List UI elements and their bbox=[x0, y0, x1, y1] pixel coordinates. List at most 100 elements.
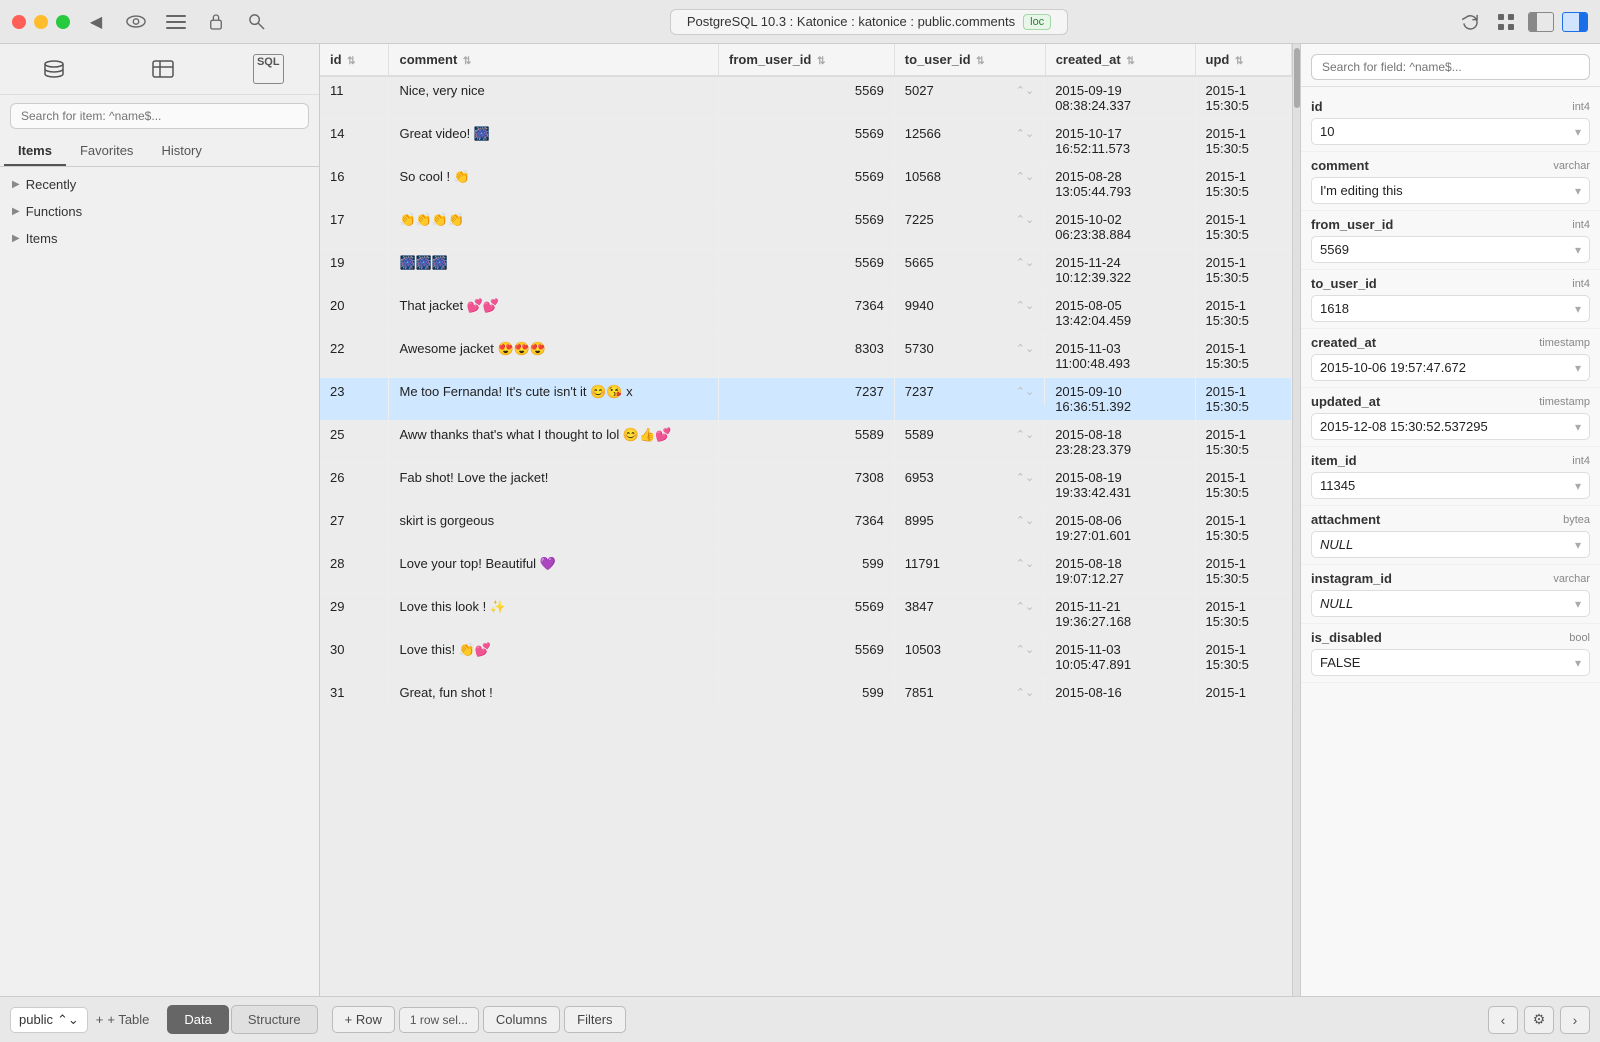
field-input-comment[interactable] bbox=[1320, 183, 1575, 198]
col-comment[interactable]: comment ⇅ bbox=[389, 44, 719, 76]
table-row[interactable]: 31 Great, fun shot ! 599 7851⌃⌄ 2015-08-… bbox=[320, 679, 1292, 707]
minimize-button[interactable] bbox=[34, 15, 48, 29]
back-icon[interactable]: ◀ bbox=[82, 8, 110, 36]
eye-icon[interactable] bbox=[122, 8, 150, 36]
right-panel-search-input[interactable] bbox=[1311, 54, 1590, 80]
field-value-wrap-comment[interactable]: ▾ bbox=[1311, 177, 1590, 204]
sql-icon[interactable]: SQL bbox=[253, 54, 284, 84]
cell-from-user-id: 5569 bbox=[719, 593, 895, 636]
settings-button[interactable]: ⚙ bbox=[1524, 1006, 1554, 1034]
field-value-wrap-to_user_id[interactable]: ▾ bbox=[1311, 295, 1590, 322]
cell-created-at: 2015-10-17 16:52:11.573 bbox=[1045, 120, 1195, 163]
table-row[interactable]: 28 Love your top! Beautiful 💜 599 11791⌃… bbox=[320, 550, 1292, 593]
sidebar-left-icon[interactable] bbox=[1528, 12, 1554, 32]
field-input-id[interactable] bbox=[1320, 124, 1575, 139]
cell-upd: 2015-1 bbox=[1195, 679, 1291, 707]
close-button[interactable] bbox=[12, 15, 26, 29]
table-row[interactable]: 22 Awesome jacket 😍😍😍 8303 5730⌃⌄ 2015-1… bbox=[320, 335, 1292, 378]
table-row[interactable]: 30 Love this! 👏💕 5569 10503⌃⌄ 2015-11-03… bbox=[320, 636, 1292, 679]
cell-comment: So cool ! 👏 bbox=[389, 163, 719, 206]
columns-button[interactable]: Columns bbox=[483, 1006, 560, 1033]
field-value-wrap-item_id[interactable]: ▾ bbox=[1311, 472, 1590, 499]
add-table-button[interactable]: + + Table bbox=[96, 1012, 150, 1027]
table-row[interactable]: 23 Me too Fernanda! It's cute isn't it 😊… bbox=[320, 378, 1292, 421]
tab-history[interactable]: History bbox=[147, 137, 215, 166]
tab-favorites[interactable]: Favorites bbox=[66, 137, 147, 166]
field-value-wrap-from_user_id[interactable]: ▾ bbox=[1311, 236, 1590, 263]
table-row[interactable]: 20 That jacket 💕💕 7364 9940⌃⌄ 2015-08-05… bbox=[320, 292, 1292, 335]
cell-comment: 👏👏👏👏 bbox=[389, 206, 719, 249]
table-row[interactable]: 25 Aww thanks that's what I thought to l… bbox=[320, 421, 1292, 464]
field-row: from_user_id int4 ▾ bbox=[1301, 211, 1600, 270]
filters-button[interactable]: Filters bbox=[564, 1006, 625, 1033]
search-icon[interactable] bbox=[242, 8, 270, 36]
field-dropdown-attachment[interactable]: ▾ bbox=[1575, 538, 1581, 552]
col-upd[interactable]: upd ⇅ bbox=[1195, 44, 1291, 76]
field-input-item_id[interactable] bbox=[1320, 478, 1575, 493]
col-created-at[interactable]: created_at ⇅ bbox=[1045, 44, 1195, 76]
field-input-instagram_id[interactable] bbox=[1320, 596, 1575, 611]
connection-text: PostgreSQL 10.3 : Katonice : katonice : … bbox=[687, 14, 1015, 29]
table-scroll[interactable]: id ⇅ comment ⇅ from_user_id ⇅ to_user_id… bbox=[320, 44, 1292, 996]
sidebar-right-icon[interactable] bbox=[1562, 12, 1588, 32]
field-input-from_user_id[interactable] bbox=[1320, 242, 1575, 257]
field-dropdown-item_id[interactable]: ▾ bbox=[1575, 479, 1581, 493]
field-value-wrap-id[interactable]: ▾ bbox=[1311, 118, 1590, 145]
refresh-icon[interactable] bbox=[1456, 8, 1484, 36]
field-input-is_disabled[interactable] bbox=[1320, 655, 1575, 670]
field-dropdown-is_disabled[interactable]: ▾ bbox=[1575, 656, 1581, 670]
add-row-button[interactable]: + Row bbox=[332, 1006, 395, 1033]
cell-created-at: 2015-08-19 19:33:42.431 bbox=[1045, 464, 1195, 507]
next-page-button[interactable]: › bbox=[1560, 1006, 1590, 1034]
col-id[interactable]: id ⇅ bbox=[320, 44, 389, 76]
table-row[interactable]: 29 Love this look ! ✨ 5569 3847⌃⌄ 2015-1… bbox=[320, 593, 1292, 636]
table-row[interactable]: 14 Great video! 🎆 5569 12566⌃⌄ 2015-10-1… bbox=[320, 120, 1292, 163]
col-to-user-id[interactable]: to_user_id ⇅ bbox=[894, 44, 1045, 76]
field-dropdown-updated_at[interactable]: ▾ bbox=[1575, 420, 1581, 434]
tab-data[interactable]: Data bbox=[167, 1005, 228, 1034]
field-value-wrap-is_disabled[interactable]: ▾ bbox=[1311, 649, 1590, 676]
field-dropdown-id[interactable]: ▾ bbox=[1575, 125, 1581, 139]
cell-created-at: 2015-11-24 10:12:39.322 bbox=[1045, 249, 1195, 292]
field-value-wrap-updated_at[interactable]: ▾ bbox=[1311, 413, 1590, 440]
table-row[interactable]: 11 Nice, very nice 5569 5027⌃⌄ 2015-09-1… bbox=[320, 76, 1292, 120]
cell-created-at: 2015-11-03 10:05:47.891 bbox=[1045, 636, 1195, 679]
cell-created-at: 2015-08-16 bbox=[1045, 679, 1195, 707]
cell-id: 26 bbox=[320, 464, 389, 507]
database-icon[interactable] bbox=[35, 54, 73, 84]
list-icon[interactable] bbox=[162, 8, 190, 36]
table-icon[interactable] bbox=[144, 54, 182, 84]
sidebar-section-functions[interactable]: ▶ Functions bbox=[0, 198, 319, 225]
field-dropdown-instagram_id[interactable]: ▾ bbox=[1575, 597, 1581, 611]
table-header-row: id ⇅ comment ⇅ from_user_id ⇅ to_user_id… bbox=[320, 44, 1292, 76]
schema-select[interactable]: public ⌃⌄ bbox=[10, 1007, 88, 1033]
field-dropdown-to_user_id[interactable]: ▾ bbox=[1575, 302, 1581, 316]
lock-icon[interactable] bbox=[202, 8, 230, 36]
grid-icon[interactable] bbox=[1492, 8, 1520, 36]
tab-structure[interactable]: Structure bbox=[231, 1005, 318, 1034]
table-scrollbar[interactable] bbox=[1292, 44, 1300, 996]
field-input-to_user_id[interactable] bbox=[1320, 301, 1575, 316]
field-value-wrap-attachment[interactable]: ▾ bbox=[1311, 531, 1590, 558]
prev-page-button[interactable]: ‹ bbox=[1488, 1006, 1518, 1034]
field-input-attachment[interactable] bbox=[1320, 537, 1575, 552]
tab-items[interactable]: Items bbox=[4, 137, 66, 166]
maximize-button[interactable] bbox=[56, 15, 70, 29]
field-dropdown-from_user_id[interactable]: ▾ bbox=[1575, 243, 1581, 257]
field-input-created_at[interactable] bbox=[1320, 360, 1575, 375]
field-input-updated_at[interactable] bbox=[1320, 419, 1575, 434]
field-dropdown-created_at[interactable]: ▾ bbox=[1575, 361, 1581, 375]
cell-upd: 2015-1 15:30:5 bbox=[1195, 507, 1291, 550]
field-dropdown-comment[interactable]: ▾ bbox=[1575, 184, 1581, 198]
field-value-wrap-created_at[interactable]: ▾ bbox=[1311, 354, 1590, 381]
field-value-wrap-instagram_id[interactable]: ▾ bbox=[1311, 590, 1590, 617]
table-row[interactable]: 26 Fab shot! Love the jacket! 7308 6953⌃… bbox=[320, 464, 1292, 507]
table-row[interactable]: 16 So cool ! 👏 5569 10568⌃⌄ 2015-08-28 1… bbox=[320, 163, 1292, 206]
table-row[interactable]: 17 👏👏👏👏 5569 7225⌃⌄ 2015-10-02 06:23:38.… bbox=[320, 206, 1292, 249]
col-from-user-id[interactable]: from_user_id ⇅ bbox=[719, 44, 895, 76]
sidebar-search-input[interactable] bbox=[10, 103, 309, 129]
table-row[interactable]: 19 🎆🎆🎆 5569 5665⌃⌄ 2015-11-24 10:12:39.3… bbox=[320, 249, 1292, 292]
sidebar-section-items[interactable]: ▶ Items bbox=[0, 225, 319, 252]
table-row[interactable]: 27 skirt is gorgeous 7364 8995⌃⌄ 2015-08… bbox=[320, 507, 1292, 550]
sidebar-section-recently[interactable]: ▶ Recently bbox=[0, 171, 319, 198]
